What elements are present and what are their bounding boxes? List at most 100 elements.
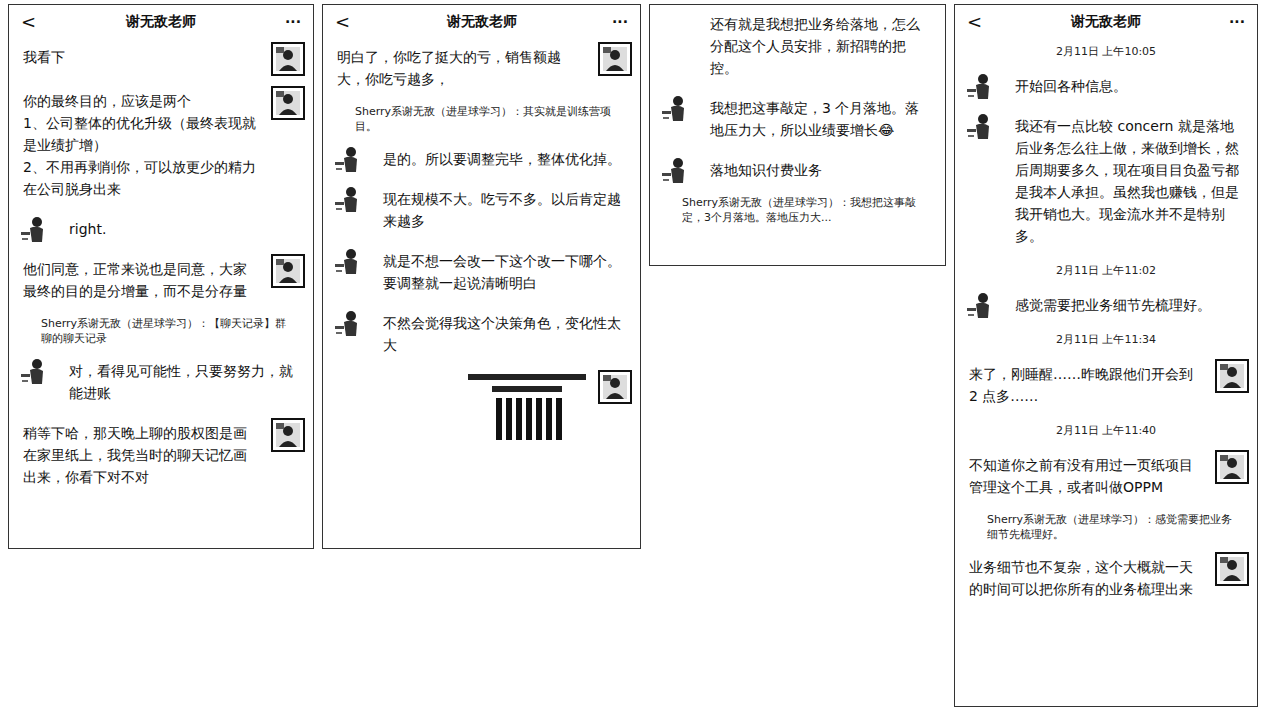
avatar-slot [598, 370, 632, 404]
message-row: 对，看得见可能性，只要努努力，就能进账 [17, 356, 305, 408]
message-row: 明白了，你吃了挺大的亏，销售额越大，你吃亏越多， [331, 42, 632, 94]
person-avatar-icon[interactable] [19, 356, 49, 386]
message-row: 不知道你之前有没有用过一页纸项目管理这个工具，或者叫做OPPM [963, 450, 1249, 502]
quoted-message[interactable]: Sherry系谢无敌（进星球学习）：【聊天记录】群聊的聊天记录 [17, 316, 305, 346]
message-list: 明白了，你吃了挺大的亏，销售额越大，你吃亏越多， Sherry系谢无敌（进星球学习… [323, 36, 640, 460]
message-text: 我看下 [17, 42, 263, 72]
shared-image[interactable] [464, 370, 590, 452]
quoted-message[interactable]: Sherry系谢无敌（进星球学习）：我想把这事敲定，3个月落地。落地压力大... [658, 195, 937, 225]
message-text: 开始回各种信息。 [1005, 71, 1249, 101]
message-text: 业务细节也不复杂，这个大概就一天的时间可以把你所有的业务梳理出来 [963, 552, 1207, 604]
message-list: 我看下你的最终目的，应该是两个 1、公司整体的优化升级（最终表现就是业绩扩增） … [9, 36, 313, 500]
chat-panel: 还有就是我想把业务给落地，怎么分配这个人员安排，新招聘的把控。我想把这事敲定，3… [649, 4, 946, 266]
message-row: 稍等下哈，那天晚上聊的股权图是画在家里纸上，我凭当时的聊天记忆画出来，你看下对不… [17, 418, 305, 492]
message-text: 你的最终目的，应该是两个 1、公司整体的优化升级（最终表现就是业绩扩增） 2、不… [17, 86, 263, 204]
person-avatar-icon[interactable] [333, 184, 363, 214]
person-avatar-icon[interactable] [965, 71, 995, 101]
message-text: 落地知识付费业务 [700, 155, 937, 185]
message-row: 就是不想一会改一下这个改一下哪个。要调整就一起说清晰明白 [331, 246, 632, 298]
avatar-slot [271, 86, 305, 120]
user-avatar-icon[interactable] [1215, 450, 1249, 484]
avatar-slot [331, 308, 365, 338]
message-row: 业务细节也不复杂，这个大概就一天的时间可以把你所有的业务梳理出来 [963, 552, 1249, 604]
user-avatar-icon[interactable] [598, 370, 632, 404]
more-button[interactable]: ··· [281, 14, 301, 30]
person-avatar-icon[interactable] [660, 155, 690, 185]
message-text: 不知道你之前有没有用过一页纸项目管理这个工具，或者叫做OPPM [963, 450, 1207, 502]
timestamp: 2月11日 上午11:40 [963, 421, 1249, 440]
chat-header: < 谢无敌老师 ··· [323, 5, 640, 36]
chat-panel: <谢无敌老师···我看下你的最终目的，应该是两个 1、公司整体的优化升级（最终表… [8, 4, 314, 549]
message-text: 不然会觉得我这个决策角色，变化性太大 [373, 308, 632, 360]
user-avatar-icon[interactable] [598, 42, 632, 76]
avatar-slot [1215, 450, 1249, 484]
person-avatar-icon[interactable] [333, 246, 363, 276]
user-avatar-icon[interactable] [271, 42, 305, 76]
more-button[interactable]: ··· [1225, 14, 1245, 30]
message-text: 是的。所以要调整完毕，整体优化掉。 [373, 144, 632, 174]
more-button[interactable]: ··· [608, 14, 628, 30]
user-avatar-icon[interactable] [1215, 552, 1249, 586]
back-button[interactable]: < [21, 11, 41, 32]
message-text: 对，看得见可能性，只要努努力，就能进账 [59, 356, 305, 408]
timestamp: 2月11日 上午11:02 [963, 261, 1249, 280]
message-row: 他们同意，正常来说也是同意，大家最终的目的是分增量，而不是分存量 [17, 254, 305, 306]
message-row: 不然会觉得我这个决策角色，变化性太大 [331, 308, 632, 360]
message-text: 现在规模不大。吃亏不多。以后肯定越来越多 [373, 184, 632, 236]
message-text: 他们同意，正常来说也是同意，大家最终的目的是分增量，而不是分存量 [17, 254, 263, 306]
message-text: 我想把这事敲定，3 个月落地。落地压力大，所以业绩要增长😂 [700, 93, 937, 145]
avatar-slot [271, 418, 305, 452]
back-button[interactable]: < [335, 11, 355, 32]
avatar-slot [658, 155, 692, 185]
quoted-message[interactable]: Sherry系谢无敌（进星球学习）：感觉需要把业务细节先梳理好。 [963, 512, 1249, 542]
person-avatar-icon[interactable] [660, 93, 690, 123]
quoted-message[interactable]: Sherry系谢无敌（进星球学习）：其实就是训练营项目。 [331, 104, 632, 134]
user-avatar-icon[interactable] [1215, 359, 1249, 393]
avatar-slot [331, 144, 365, 174]
avatar-slot [331, 184, 365, 214]
message-row: 你的最终目的，应该是两个 1、公司整体的优化升级（最终表现就是业绩扩增） 2、不… [17, 86, 305, 204]
message-row: 我想把这事敲定，3 个月落地。落地压力大，所以业绩要增长😂 [658, 93, 937, 145]
avatar-slot [658, 93, 692, 123]
chat-panel: < 谢无敌老师 ··· 明白了，你吃了挺大的亏，销售额越大，你吃亏越多， Sherry系… [322, 4, 641, 549]
message-text: right. [59, 214, 305, 244]
message-row: 还有就是我想把业务给落地，怎么分配这个人员安排，新招聘的把控。 [658, 9, 937, 83]
message-text: 感觉需要把业务细节先梳理好。 [1005, 290, 1249, 320]
message-row: 我还有一点比较 concern 就是落地后业务怎么往上做，来做到增长，然后周期要… [963, 111, 1249, 251]
user-avatar-icon[interactable] [271, 254, 305, 288]
avatar-slot [1215, 552, 1249, 586]
message-text: 我还有一点比较 concern 就是落地后业务怎么往上做，来做到增长，然后周期要… [1005, 111, 1249, 251]
message-text: 来了，刚睡醒……昨晚跟他们开会到 2 点多…… [963, 359, 1207, 411]
avatar-slot [271, 254, 305, 288]
avatar-slot [963, 290, 997, 320]
message-row: 现在规模不大。吃亏不多。以后肯定越来越多 [331, 184, 632, 236]
message-row: 是的。所以要调整完毕，整体优化掉。 [331, 144, 632, 174]
timestamp: 2月11日 上午10:05 [963, 42, 1249, 61]
person-avatar-icon[interactable] [965, 111, 995, 141]
back-button[interactable]: < [967, 11, 987, 32]
message-text: 稍等下哈，那天晚上聊的股权图是画在家里纸上，我凭当时的聊天记忆画出来，你看下对不… [17, 418, 263, 492]
person-avatar-icon[interactable] [19, 214, 49, 244]
message-list: 还有就是我想把业务给落地，怎么分配这个人员安排，新招聘的把控。我想把这事敲定，3… [650, 5, 945, 233]
user-avatar-icon[interactable] [271, 418, 305, 452]
user-avatar-icon[interactable] [271, 86, 305, 120]
avatar-slot [598, 42, 632, 76]
message-text: 明白了，你吃了挺大的亏，销售额越大，你吃亏越多， [331, 42, 590, 94]
person-avatar-icon[interactable] [965, 290, 995, 320]
chat-header: < 谢无敌老师 ··· [955, 5, 1257, 36]
avatar-slot [1215, 359, 1249, 393]
person-avatar-icon[interactable] [333, 144, 363, 174]
chat-header: <谢无敌老师··· [9, 5, 313, 36]
message-text: 还有就是我想把业务给落地，怎么分配这个人员安排，新招聘的把控。 [700, 9, 937, 83]
message-row: 开始回各种信息。 [963, 71, 1249, 101]
message-row: 我看下 [17, 42, 305, 76]
avatar-slot [331, 246, 365, 276]
timestamp: 2月11日 上午11:34 [963, 330, 1249, 349]
message-row: 感觉需要把业务细节先梳理好。 [963, 290, 1249, 320]
message-row [331, 370, 632, 452]
message-list: 2月11日 上午10:05 开始回各种信息。我还有一点比较 concern 就是落… [955, 36, 1257, 612]
person-avatar-icon[interactable] [333, 308, 363, 338]
chat-title: 谢无敌老师 [447, 13, 517, 31]
chat-title: 谢无敌老师 [1071, 13, 1141, 31]
avatar-slot [17, 214, 51, 244]
